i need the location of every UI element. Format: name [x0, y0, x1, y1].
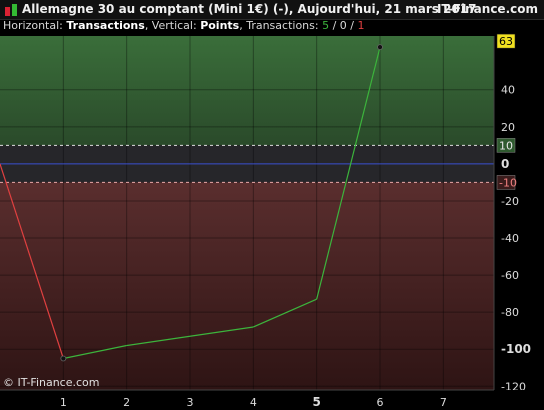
y-tick-label: -20: [501, 195, 519, 208]
chart-title: Allemagne 30 au comptant (Mini 1€) (-), …: [22, 2, 477, 16]
lower-threshold-badge: -10: [499, 176, 517, 189]
transactions-flat-count: 0: [339, 19, 347, 32]
current-value-badge: 63: [499, 35, 513, 48]
title-bar: Allemagne 30 au comptant (Mini 1€) (-), …: [0, 0, 544, 20]
y-tick-label: -40: [501, 232, 519, 245]
x-tick-label: 7: [440, 396, 447, 409]
horizontal-value: Transactions: [66, 19, 145, 32]
transactions-sep-2: /: [346, 19, 358, 32]
copyright-text: © IT-Finance.com: [3, 376, 100, 389]
brand-name: IT-Finance.com: [436, 2, 538, 16]
loss-zone: [0, 182, 494, 390]
y-tick-label: 0: [501, 157, 509, 171]
horizontal-prefix: Horizontal:: [3, 19, 67, 32]
vertical-prefix: , Vertical:: [144, 19, 201, 32]
x-tick-label: 5: [312, 395, 320, 409]
chart-subtitle: Horizontal: Transactions, Vertical: Poin…: [3, 19, 364, 32]
upper-threshold-badge: 10: [499, 139, 513, 152]
x-tick-label: 3: [187, 396, 194, 409]
y-tick-label: -100: [501, 342, 531, 356]
profit-zone: [0, 36, 494, 146]
y-tick-label: 40: [501, 84, 515, 97]
vertical-value: Points: [200, 19, 240, 32]
bar-chart-icon: [5, 4, 17, 16]
x-tick-label: 6: [377, 396, 384, 409]
x-tick-label: 4: [250, 396, 257, 409]
chart-area: 40200-20-40-60-80-100-12010-10631 2 3 4 5 6 7: [0, 33, 544, 410]
x-tick-label: 2: [123, 396, 130, 409]
y-tick-label: -80: [501, 306, 519, 319]
data-point: [377, 44, 383, 51]
transactions-prefix: , Transactions:: [239, 19, 323, 32]
data-point: [60, 355, 67, 362]
y-tick-label: 20: [501, 121, 515, 134]
transactions-loss-count: 1: [357, 19, 365, 32]
transactions-sep-1: /: [329, 19, 340, 32]
x-tick-label: 1: [60, 396, 67, 409]
x-axis-panel: [0, 390, 544, 410]
y-tick-label: -60: [501, 269, 519, 282]
